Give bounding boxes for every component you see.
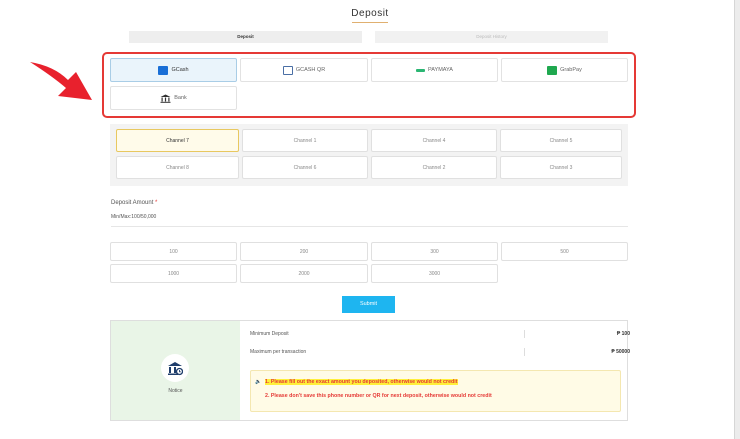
amount-option-3000[interactable]: 3000 xyxy=(371,264,498,283)
deposit-amount-input[interactable]: Min/Max:100/50,000 xyxy=(111,214,156,220)
max-transaction-label: Maximum per transaction xyxy=(250,349,307,355)
amount-option-2000[interactable]: 2000 xyxy=(240,264,368,283)
method-label: GCash xyxy=(171,67,189,73)
notice-label: Notice xyxy=(168,388,183,394)
amount-option-300[interactable]: 300 xyxy=(371,242,498,261)
tab-deposit[interactable]: Deposit xyxy=(129,31,362,43)
channel-4[interactable]: Channel 4 xyxy=(371,129,497,152)
channel-1[interactable]: Channel 1 xyxy=(242,129,368,152)
method-label: Bank xyxy=(174,95,187,101)
channel-5[interactable]: Channel 5 xyxy=(500,129,622,152)
channel-8[interactable]: Channel 8 xyxy=(116,156,239,179)
method-label: PAYMAYA xyxy=(428,67,453,73)
title-underline xyxy=(352,22,388,23)
method-grabpay[interactable]: GrabPay xyxy=(501,58,628,82)
notice-panel: Notice Minimum Deposit ₱ 100 Maximum per… xyxy=(110,320,630,421)
amount-option-200[interactable]: 200 xyxy=(240,242,368,261)
min-deposit-label: Minimum Deposit xyxy=(250,331,289,337)
method-gcash[interactable]: GCash xyxy=(110,58,237,82)
min-deposit-value: ₱ 100 xyxy=(616,331,630,337)
grabpay-icon xyxy=(547,65,558,75)
notice-bank-icon xyxy=(161,354,189,382)
bank-icon xyxy=(160,94,171,103)
warning-box: 🔈 1. Please fill out the exact amount yo… xyxy=(250,370,621,412)
notice-sidebar: Notice xyxy=(111,321,240,420)
min-deposit-row: Minimum Deposit ₱ 100 xyxy=(250,328,630,340)
method-label: GCASH QR xyxy=(295,67,326,73)
page-title: Deposit xyxy=(351,8,389,19)
amount-option-100[interactable]: 100 xyxy=(110,242,237,261)
deposit-amount-label: Deposit Amount * xyxy=(111,200,157,206)
warning-line-1: 1. Please fill out the exact amount you … xyxy=(265,379,458,385)
amount-input-underline xyxy=(111,226,628,227)
qr-icon xyxy=(282,65,293,75)
scrollbar[interactable] xyxy=(734,0,740,439)
deposit-amount-text: Deposit Amount xyxy=(111,200,154,206)
channel-7[interactable]: Channel 7 xyxy=(116,129,239,152)
warning-line-2: 2. Please don't save this phone number o… xyxy=(265,393,492,399)
amount-option-500[interactable]: 500 xyxy=(501,242,628,261)
divider xyxy=(524,348,525,356)
method-label: GrabPay xyxy=(560,67,582,73)
channel-2[interactable]: Channel 2 xyxy=(371,156,497,179)
method-bank[interactable]: Bank xyxy=(110,86,237,110)
gcash-icon xyxy=(158,65,169,75)
red-arrow-icon xyxy=(30,62,92,100)
max-transaction-value: ₱ 50000 xyxy=(611,349,630,355)
method-gcash-qr[interactable]: GCASH QR xyxy=(240,58,368,82)
paymaya-icon xyxy=(416,68,426,72)
max-transaction-row: Maximum per transaction ₱ 50000 xyxy=(250,346,630,358)
required-mark: * xyxy=(155,200,158,206)
amount-option-1000[interactable]: 1000 xyxy=(110,264,237,283)
tab-deposit-history[interactable]: Deposit History xyxy=(375,31,608,43)
channel-6[interactable]: Channel 6 xyxy=(242,156,368,179)
submit-button[interactable]: Submit xyxy=(342,296,395,313)
method-paymaya[interactable]: PAYMAYA xyxy=(371,58,498,82)
speaker-icon: 🔈 xyxy=(255,379,262,385)
divider xyxy=(524,330,525,338)
channel-3[interactable]: Channel 3 xyxy=(500,156,622,179)
